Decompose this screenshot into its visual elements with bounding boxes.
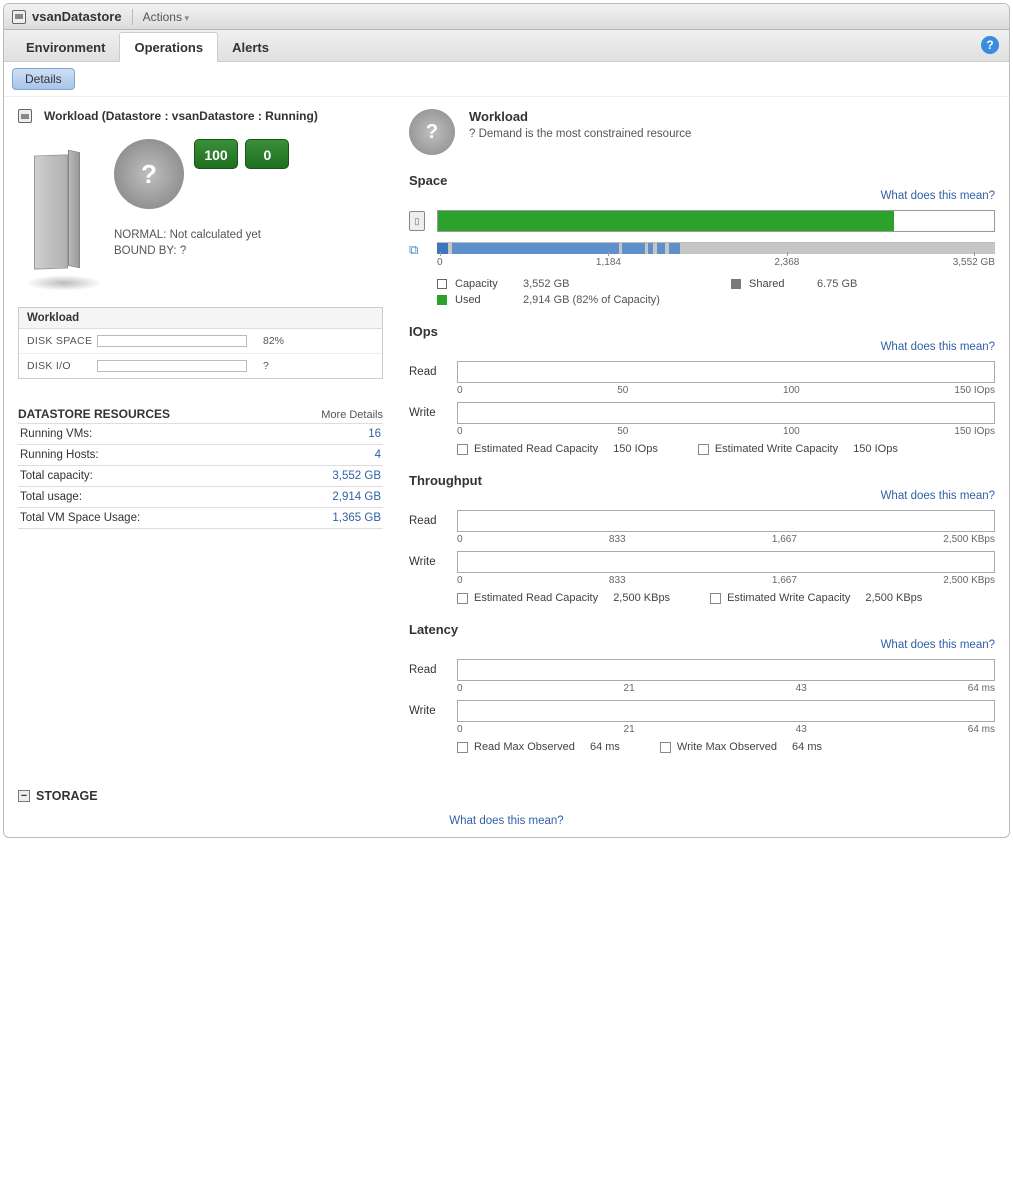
checkbox[interactable] bbox=[710, 593, 721, 604]
vms-icon: ⧉ bbox=[409, 242, 425, 258]
datastore-icon bbox=[12, 10, 26, 24]
tab-operations[interactable]: Operations bbox=[119, 32, 218, 62]
help-link[interactable]: What does this mean? bbox=[449, 815, 563, 827]
table-row: Running VMs:16 bbox=[18, 424, 383, 445]
workload-box-title: Workload bbox=[19, 308, 382, 329]
checkbox[interactable] bbox=[457, 742, 468, 753]
actions-menu[interactable]: Actions bbox=[143, 10, 189, 24]
iops-write-bar bbox=[457, 402, 995, 424]
space-axis: 0 1,184 2,368 3,552 GB bbox=[437, 257, 995, 268]
collapse-icon[interactable]: − bbox=[18, 790, 30, 802]
distribution-bar bbox=[437, 242, 995, 254]
gear-icon: ? bbox=[409, 109, 455, 155]
server-graphic bbox=[22, 149, 102, 289]
checkbox[interactable] bbox=[698, 444, 709, 455]
resources-title: DATASTORE RESOURCES bbox=[18, 407, 170, 421]
right-title: Workload bbox=[469, 109, 691, 124]
checkbox[interactable] bbox=[660, 742, 671, 753]
table-row: Running Hosts:4 bbox=[18, 445, 383, 466]
help-link[interactable]: What does this mean? bbox=[409, 190, 995, 202]
checkbox[interactable] bbox=[457, 593, 468, 604]
storage-section: − STORAGE bbox=[18, 789, 995, 803]
left-status: NORMAL: Not calculated yet BOUND BY: ? bbox=[114, 227, 379, 259]
latency-read-bar bbox=[457, 659, 995, 681]
gear-icon: ? bbox=[114, 139, 184, 209]
help-link[interactable]: What does this mean? bbox=[409, 639, 995, 651]
title: vsanDatastore bbox=[32, 9, 122, 24]
workload-row-diskio: DISK I/O ? bbox=[19, 354, 382, 378]
left-heading: Workload (Datastore : vsanDatastore : Ru… bbox=[18, 109, 383, 123]
titlebar: vsanDatastore Actions bbox=[4, 4, 1009, 30]
score-badge-0: 0 bbox=[245, 139, 289, 169]
section-latency: Latency bbox=[409, 622, 995, 637]
throughput-write-bar bbox=[457, 551, 995, 573]
iops-read-bar bbox=[457, 361, 995, 383]
space-legend: Capacity3,552 GB Shared6.75 GB Used2,914… bbox=[437, 278, 995, 306]
space-bar bbox=[437, 210, 995, 232]
right-header: ? Workload ? Demand is the most constrai… bbox=[409, 109, 995, 155]
section-space: Space bbox=[409, 173, 995, 188]
help-icon[interactable]: ? bbox=[981, 36, 999, 54]
section-throughput: Throughput bbox=[409, 473, 995, 488]
table-row: Total VM Space Usage:1,365 GB bbox=[18, 508, 383, 529]
table-row: Total capacity:3,552 GB bbox=[18, 466, 383, 487]
score-badge-100: 100 bbox=[194, 139, 238, 169]
workload-row-diskspace: DISK SPACE 82% bbox=[19, 329, 382, 354]
checkbox[interactable] bbox=[457, 444, 468, 455]
details-button[interactable]: Details bbox=[12, 68, 75, 90]
throughput-read-bar bbox=[457, 510, 995, 532]
more-details-link[interactable]: More Details bbox=[321, 409, 383, 421]
subbar: Details bbox=[4, 62, 1009, 97]
datastore-icon: ▯ bbox=[409, 211, 425, 231]
latency-write-bar bbox=[457, 700, 995, 722]
tabs: Environment Operations Alerts ? bbox=[4, 30, 1009, 62]
section-iops: IOps bbox=[409, 324, 995, 339]
help-link[interactable]: What does this mean? bbox=[409, 341, 995, 353]
help-link[interactable]: What does this mean? bbox=[409, 490, 995, 502]
datastore-icon bbox=[18, 109, 32, 123]
workload-box: Workload DISK SPACE 82% DISK I/O ? bbox=[18, 307, 383, 379]
table-row: Total usage:2,914 GB bbox=[18, 487, 383, 508]
resources-table: Running VMs:16 Running Hosts:4 Total cap… bbox=[18, 423, 383, 529]
right-subtitle: ? Demand is the most constrained resourc… bbox=[469, 128, 691, 140]
tab-alerts[interactable]: Alerts bbox=[218, 33, 283, 61]
tab-environment[interactable]: Environment bbox=[12, 33, 119, 61]
